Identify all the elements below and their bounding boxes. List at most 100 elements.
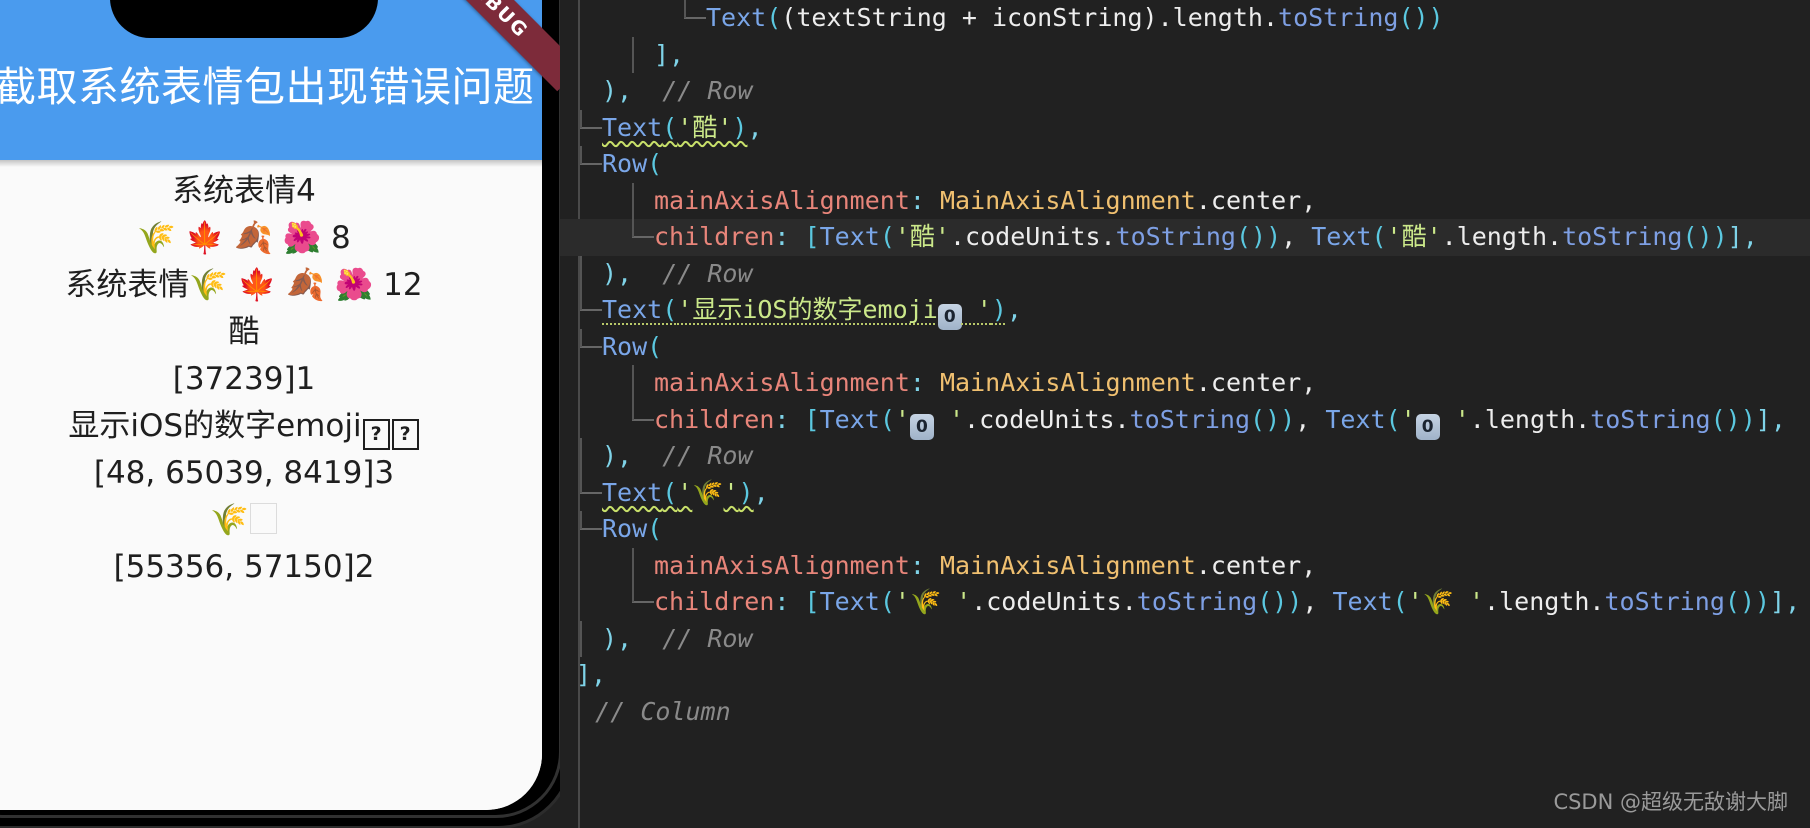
code-token: Text	[1332, 587, 1393, 616]
indent-guide-line	[580, 620, 582, 657]
code-token: ,	[753, 477, 769, 507]
code-line[interactable]: , // Column	[560, 694, 1810, 731]
fold-branch-line	[684, 17, 706, 19]
code-line[interactable]: children: [Text(' 0 '.codeUnits.toString(…	[560, 401, 1810, 440]
phone-text-line-1: 系统表情4	[172, 173, 316, 209]
screenshot-root: Text((textString + iconString).length.to…	[0, 0, 1810, 828]
code-token: // Column	[565, 696, 731, 726]
code-token: .codeUnits.	[949, 222, 1116, 251]
fold-guide-line	[580, 292, 582, 310]
code-token: // Row	[632, 76, 753, 105]
code-token: .center	[1195, 550, 1302, 580]
phone-text-line-6: 显示iOS的数字emoji??	[0, 403, 542, 450]
code-token: toString	[1129, 404, 1251, 434]
code-token: toString	[1136, 587, 1258, 616]
code-token: Text	[602, 112, 663, 142]
fold-guide-line	[632, 584, 634, 602]
phone-text-line-7: [48, 65039, 8419]3	[93, 455, 395, 491]
code-token: MainAxisAlignment	[939, 368, 1196, 397]
code-line[interactable]: ), // Row	[560, 255, 1810, 293]
code-token: (	[1371, 222, 1387, 251]
code-token: '酷'	[894, 222, 950, 251]
code-token: ],	[1727, 222, 1758, 251]
fold-branch-line	[632, 236, 654, 238]
code-token: ())	[1724, 587, 1771, 616]
code-token: ],	[654, 39, 685, 69]
code-line-text: Row(	[602, 146, 662, 183]
code-token: '酷'	[1386, 222, 1442, 251]
code-token: mainAxisAlignment	[654, 550, 910, 580]
code-line-text: Text('🌾'),	[602, 475, 769, 512]
fold-guide-line	[632, 401, 634, 420]
code-token: (	[879, 222, 895, 251]
code-line[interactable]: children: [Text('🌾 '.codeUnits.toString(…	[560, 584, 1810, 621]
code-line-text: ],	[654, 37, 684, 74]
csdn-watermark: CSDN @超级无敌谢大脚	[1553, 790, 1788, 814]
fold-guide-line	[580, 328, 582, 347]
code-line[interactable]: Text('🌾'),	[560, 474, 1810, 512]
code-token: '	[1453, 587, 1485, 616]
code-line[interactable]: Row(	[560, 146, 1810, 183]
code-token: Text	[1325, 404, 1386, 434]
code-token: ())	[1235, 222, 1282, 251]
code-token: Text	[1311, 222, 1372, 251]
code-token: .	[1262, 3, 1279, 32]
code-token: '	[941, 587, 972, 616]
code-line-text: mainAxisAlignment: MainAxisAlignment.cen…	[654, 365, 1316, 402]
code-line-text: ), // Row	[602, 73, 753, 110]
code-line[interactable]: ), // Row	[560, 620, 1810, 657]
code-token: )	[738, 477, 754, 507]
code-line-text: Text((textString + iconString).length.to…	[706, 0, 1444, 37]
code-line[interactable]: children: [Text('酷'.codeUnits.toString()…	[560, 219, 1810, 256]
fold-branch-line	[580, 163, 602, 165]
fold-guide-line	[580, 474, 582, 493]
code-line[interactable]: ],	[560, 657, 1810, 694]
code-token: .center	[1195, 185, 1302, 215]
code-line[interactable]: mainAxisAlignment: MainAxisAlignment.cen…	[560, 547, 1810, 584]
phone-text-line-9: [55356, 57150]2	[113, 549, 375, 585]
blank-glyph	[249, 503, 277, 534]
code-token: '酷'	[677, 112, 733, 142]
code-line[interactable]: Text((textString + iconString).length.to…	[560, 0, 1810, 37]
code-line[interactable]: Text('酷'),	[560, 109, 1810, 147]
indent-guide-line	[580, 255, 582, 292]
code-line[interactable]: Text('显示iOS的数字emoji 0 '),	[560, 292, 1810, 330]
code-line-text: ), // Row	[602, 256, 753, 293]
code-token: // Row	[632, 441, 753, 470]
code-token: ())	[1250, 404, 1296, 434]
code-line[interactable]: mainAxisAlignment: MainAxisAlignment.cen…	[560, 365, 1810, 402]
code-lines[interactable]: Text((textString + iconString).length.to…	[560, 0, 1810, 730]
code-token: '	[1400, 404, 1416, 434]
code-token: (	[1392, 587, 1408, 616]
code-line[interactable]: Row(	[560, 328, 1810, 366]
code-token: ())	[1398, 3, 1444, 32]
code-token: Text	[819, 222, 880, 251]
code-line[interactable]: Row(	[560, 511, 1810, 548]
code-editor-pane[interactable]: Text((textString + iconString).length.to…	[560, 0, 1810, 828]
code-token: ,	[1301, 368, 1317, 397]
code-token: (	[647, 514, 663, 543]
code-token: '显示iOS的数字emoji	[677, 295, 938, 324]
code-line-text: Row(	[602, 511, 662, 548]
code-line-text: ],	[576, 657, 606, 694]
code-token: :	[909, 550, 940, 580]
fold-branch-line	[580, 126, 602, 129]
code-line-text: ), // Row	[602, 438, 753, 475]
code-token: 🌾	[692, 477, 724, 507]
code-line[interactable]: ), // Row	[560, 438, 1810, 475]
code-token: )	[991, 295, 1007, 324]
code-token: )	[732, 112, 748, 142]
code-token: ,	[1281, 222, 1312, 251]
code-token: ())	[1710, 404, 1756, 434]
app-bar: 串截取系统表情包出现错误问题	[0, 0, 542, 160]
code-line-text: Row(	[602, 329, 662, 366]
code-token: ,	[747, 112, 763, 142]
code-line[interactable]: ],	[560, 36, 1810, 74]
code-token: (	[662, 112, 678, 142]
code-token: .codeUnits.	[964, 404, 1130, 434]
code-line[interactable]: ), // Row	[560, 73, 1810, 110]
phone-screen: 串截取系统表情包出现错误问题 系统表情4 🌾 🍁 🍂 🌺 8 系统表情🌾 🍁 🍂 🌺…	[0, 0, 542, 810]
indent-guide-line	[632, 547, 634, 584]
code-line[interactable]: mainAxisAlignment: MainAxisAlignment.cen…	[560, 182, 1810, 219]
phone-text-line-4: 酷	[228, 314, 260, 350]
